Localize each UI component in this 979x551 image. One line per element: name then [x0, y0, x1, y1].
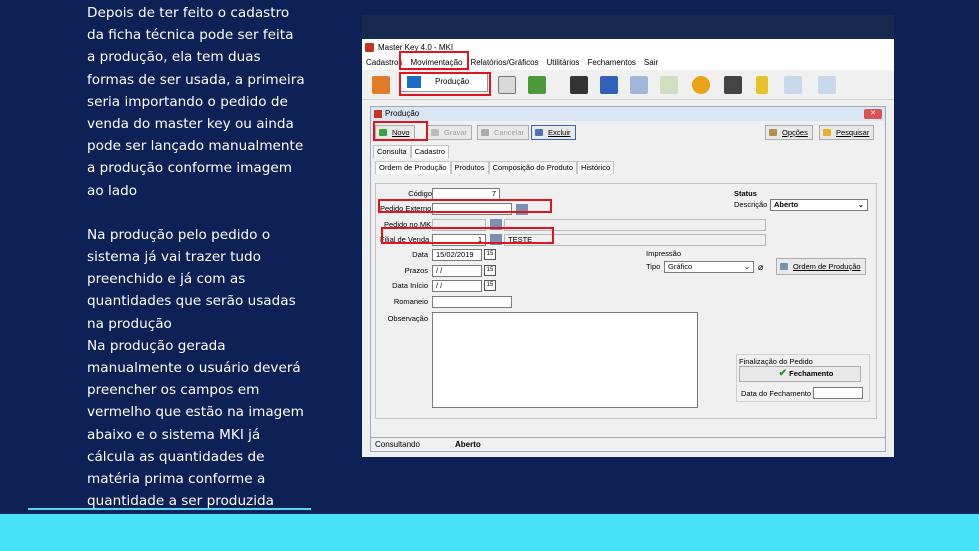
search-binoculars-icon[interactable]	[490, 234, 502, 245]
excluir-button[interactable]: Excluir	[531, 125, 576, 140]
data-fechamento-field[interactable]	[813, 387, 863, 399]
data-fechamento-label: Data do Fechamento	[741, 389, 812, 398]
menu-sair[interactable]: Sair	[644, 56, 658, 70]
key-icon[interactable]	[756, 76, 768, 94]
calendar-icon[interactable]: 15	[484, 265, 496, 276]
impressao-heading: Impressão	[646, 249, 682, 258]
barcode-icon[interactable]	[570, 76, 588, 94]
form-title: Produção	[385, 109, 420, 118]
upload-icon[interactable]	[818, 76, 836, 94]
explanation-paragraph-1: Depois de ter feito o cadastro da ficha …	[87, 5, 305, 199]
attach-icon[interactable]: ⌀	[758, 262, 770, 273]
prazos-label: Prazos	[404, 266, 428, 275]
statusbar-status: Aberto	[455, 440, 481, 449]
menu-fechamentos[interactable]: Fechamentos	[587, 56, 635, 70]
opcoes-button[interactable]: Opções	[765, 125, 813, 140]
edit-icon[interactable]	[660, 76, 678, 94]
search-binoculars-icon[interactable]	[490, 219, 502, 230]
search-binoculars-icon[interactable]	[516, 204, 528, 215]
data-inicio-label: Data Início	[392, 281, 428, 290]
window-title: Master Key 4.0 - MKI	[378, 43, 454, 52]
app-screenshot: Master Key 4.0 - MKI Cadastros Movimenta…	[362, 15, 894, 457]
producao-menu-label: Produção	[435, 77, 470, 86]
pedido-externo-field[interactable]	[432, 203, 512, 215]
tab-produtos[interactable]: Produtos	[450, 161, 489, 174]
menu-cadastros[interactable]: Cadastros	[366, 56, 402, 70]
novo-button[interactable]: Novo	[375, 125, 415, 140]
finalizacao-group: Finalização do Pedido ✔ Fechamento Data …	[736, 354, 870, 402]
pedido-mk-label: Pedido no MK	[384, 220, 432, 229]
codigo-field[interactable]: 7	[432, 188, 500, 200]
toolbar: Produção	[362, 70, 894, 100]
form-icon	[374, 110, 382, 118]
app-window: Master Key 4.0 - MKI Cadastros Movimenta…	[362, 39, 894, 457]
printer-icon[interactable]	[630, 76, 648, 94]
bottom-accent-band	[0, 514, 979, 551]
codigo-label: Código	[408, 189, 432, 198]
monitor-icon[interactable]	[600, 76, 618, 94]
cancelar-button[interactable]: Cancelar	[477, 125, 530, 140]
download-icon[interactable]	[784, 76, 802, 94]
pedido-mk-field[interactable]	[432, 219, 486, 231]
status-select[interactable]: Aberto ⌄	[770, 199, 868, 211]
observacao-label: Observação	[387, 314, 428, 323]
menu-bar: Cadastros Movimentação Relatórios/Gráfic…	[362, 56, 894, 70]
form-statusbar: Consultando Aberto	[371, 437, 885, 451]
tipo-select[interactable]: Gráfico ⌄	[664, 261, 754, 273]
filial-field[interactable]: 1	[432, 234, 486, 246]
gravar-button[interactable]: Gravar	[427, 125, 472, 140]
prazos-field[interactable]: / /	[432, 265, 482, 277]
statusbar-mode: Consultando	[375, 440, 420, 449]
desktop-strip	[362, 15, 894, 39]
form-titlebar: Produção ✕	[371, 107, 885, 121]
explanation-paragraph-2: Na produção pelo pedido o sistema já vai…	[87, 226, 304, 510]
inner-tabs: Ordem de Produção Produtos Composição do…	[375, 161, 615, 174]
close-icon[interactable]: ✕	[864, 109, 882, 119]
producao-icon	[407, 76, 421, 88]
pedido-mk-desc-field	[504, 219, 766, 231]
ordem-producao-panel: Código 7 Pedido Externo Pedido no MK Fil…	[375, 183, 877, 419]
calculator-icon[interactable]	[724, 76, 742, 94]
pedido-externo-label: Pedido Externo	[380, 204, 432, 213]
descricao-label: Descrição	[734, 200, 768, 209]
observacao-textarea[interactable]	[432, 312, 698, 408]
exit-door-icon[interactable]	[372, 76, 390, 94]
tipo-label: Tipo	[646, 262, 661, 271]
calendar-icon[interactable]: 15	[484, 280, 496, 291]
status-heading: Status	[734, 189, 757, 198]
form-button-row: Novo Gravar Cancelar Excluir Opções Pesq…	[371, 121, 885, 143]
fechamento-button[interactable]: ✔ Fechamento	[739, 366, 861, 382]
users-icon[interactable]	[528, 76, 546, 94]
document-icon[interactable]	[498, 76, 516, 94]
gear-icon[interactable]	[692, 76, 710, 94]
calendar-icon[interactable]: 15	[484, 249, 496, 260]
outer-tabs: Consulta Cadastro	[373, 145, 450, 158]
tab-historico[interactable]: Histórico	[577, 161, 615, 174]
menu-relatorios[interactable]: Relatórios/Gráficos	[471, 56, 539, 70]
data-field[interactable]: 15/02/2019	[432, 249, 482, 261]
window-titlebar: Master Key 4.0 - MKI	[362, 39, 894, 56]
tab-ordem-producao[interactable]: Ordem de Produção	[375, 161, 451, 174]
text-underline	[28, 508, 311, 510]
data-label: Data	[412, 250, 428, 259]
romaneio-label: Romaneio	[393, 297, 428, 306]
producao-form: Produção ✕ Novo Gravar Cancelar Excluir …	[370, 106, 886, 452]
tab-composicao[interactable]: Composição do Produto	[488, 161, 578, 174]
app-icon	[365, 43, 374, 52]
filial-name-field: TESTE	[504, 234, 766, 246]
filial-label: Filial de Venda	[380, 235, 430, 244]
explanation-text: Depois de ter feito o cadastro da ficha …	[87, 2, 313, 512]
romaneio-field[interactable]	[432, 296, 512, 308]
pesquisar-button[interactable]: Pesquisar	[819, 125, 875, 140]
menu-utilitarios[interactable]: Utilitários	[547, 56, 580, 70]
ordem-producao-button[interactable]: Ordem de Produção	[776, 258, 866, 275]
producao-menu-item[interactable]: Produção	[400, 72, 488, 92]
tab-cadastro[interactable]: Cadastro	[410, 145, 450, 158]
data-inicio-field[interactable]: / /	[432, 280, 482, 292]
tab-consulta[interactable]: Consulta	[373, 145, 411, 158]
menu-movimentacao[interactable]: Movimentação	[410, 56, 462, 70]
